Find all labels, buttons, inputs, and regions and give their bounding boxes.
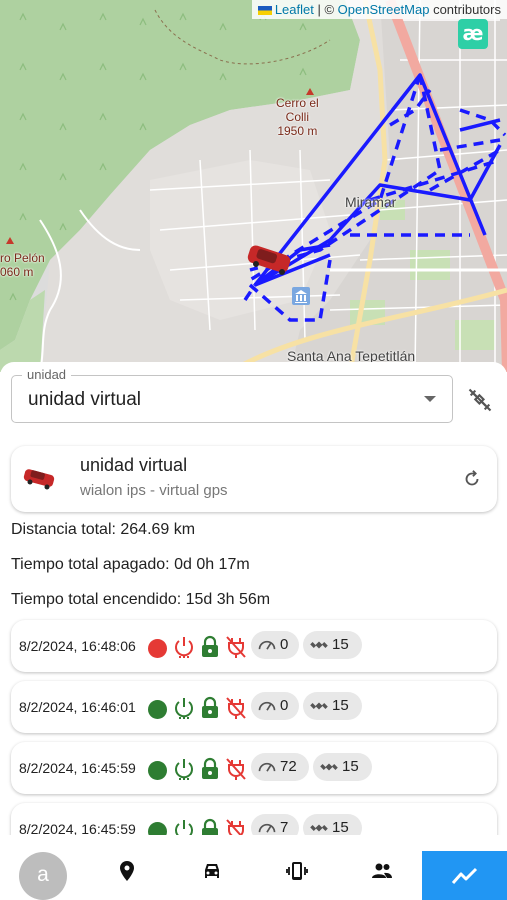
satellites-chip: 15 (303, 631, 362, 659)
satellite-off-icon[interactable] (466, 386, 494, 414)
speedometer-icon (258, 762, 276, 772)
status-red-dot (148, 639, 167, 658)
trending-icon (451, 867, 478, 884)
speedometer-icon (258, 823, 276, 833)
map-label-cerro: Cerro el Colli 1950 m (276, 96, 319, 138)
speed-chip: 72 (251, 753, 309, 781)
speed-value: 72 (280, 758, 297, 775)
refresh-icon[interactable] (461, 468, 483, 490)
power-plug-off-icon (226, 636, 246, 658)
event-row[interactable]: 8/2/2024, 16:45:59 72 15 (11, 742, 497, 794)
satellite-icon (310, 702, 328, 710)
osm-link[interactable]: OpenStreetMap (338, 2, 430, 17)
map-label-pelon: ro Pelón 060 m (0, 251, 45, 279)
nav-reports[interactable] (422, 851, 507, 900)
total-distance: Distancia total: 264.69 km (11, 521, 196, 538)
speedometer-icon (258, 701, 276, 711)
speed-chip: 0 (251, 631, 299, 659)
unit-name: unidad virtual (80, 455, 188, 475)
unit-subtitle: wialon ips - virtual gps (80, 482, 228, 499)
bottom-panel: unidad unidad virtual unidad virtual wia… (0, 362, 507, 840)
red-car-icon (23, 469, 55, 490)
chevron-down-icon (424, 396, 436, 402)
speed-chip: 0 (251, 692, 299, 720)
avatar[interactable]: a (19, 852, 67, 900)
leaflet-link[interactable]: Leaflet (275, 2, 314, 17)
lock-icon (202, 757, 218, 779)
speed-value: 0 (280, 636, 289, 653)
speedometer-icon (258, 640, 276, 650)
lock-icon (202, 696, 218, 718)
speed-chip: 7 (251, 814, 299, 835)
event-row[interactable]: 8/2/2024, 16:46:01 0 15 (11, 681, 497, 733)
map-attribution: Leaflet | © OpenStreetMap contributors (251, 0, 507, 19)
event-time: 8/2/2024, 16:45:59 (19, 760, 136, 776)
vibrating-phone-icon (286, 862, 308, 880)
status-green-dot (148, 822, 167, 835)
power-icon (175, 637, 193, 658)
ukraine-flag-icon (257, 6, 272, 15)
group-icon (372, 863, 392, 878)
speed-value: 0 (280, 697, 289, 714)
event-time: 8/2/2024, 16:45:59 (19, 821, 136, 835)
nav-users[interactable] (362, 851, 402, 891)
satellites-chip: 15 (303, 692, 362, 720)
power-plug-off-icon (226, 819, 244, 835)
unit-select-value: unidad virtual (28, 389, 142, 410)
event-row[interactable]: 8/2/2024, 16:45:59 7 15 (11, 803, 497, 835)
satellite-count: 15 (332, 819, 349, 835)
power-plug-off-icon (226, 758, 246, 780)
total-on-time: Tiempo total encendido: 15d 3h 56m (11, 591, 271, 608)
unit-select-label: unidad (22, 367, 72, 382)
lock-icon (202, 635, 218, 657)
nav-devices[interactable] (277, 851, 317, 891)
power-icon (175, 698, 193, 719)
power-icon (175, 759, 193, 780)
status-green-dot (148, 761, 167, 780)
event-time: 8/2/2024, 16:48:06 (19, 638, 136, 654)
ae-logo-icon[interactable]: æ (458, 19, 488, 49)
satellite-count: 15 (342, 758, 359, 775)
nav-units[interactable] (192, 851, 232, 891)
satellite-count: 15 (332, 697, 349, 714)
map-label-santa-ana: Santa Ana Tepetitlán (287, 348, 416, 364)
power-icon (175, 820, 193, 835)
satellite-icon (320, 763, 338, 771)
nav-map[interactable] (107, 851, 147, 891)
status-green-dot (148, 700, 167, 719)
map-view[interactable]: Leaflet | © OpenStreetMap contributors æ… (0, 0, 507, 372)
unit-card[interactable]: unidad virtual wialon ips - virtual gps (11, 446, 497, 512)
satellite-icon (310, 641, 328, 649)
event-row[interactable]: 8/2/2024, 16:48:06 0 15 (11, 620, 497, 672)
total-off-time: Tiempo total apagado: 0d 0h 17m (11, 556, 250, 573)
satellites-chip: 15 (313, 753, 372, 781)
satellite-count: 15 (332, 636, 349, 653)
satellite-icon (310, 824, 328, 832)
location-pin-icon (120, 861, 134, 881)
bottom-navigation: a (0, 841, 507, 900)
speed-value: 7 (280, 819, 289, 835)
car-icon (205, 864, 219, 878)
lock-icon (202, 818, 218, 835)
map-tiles (0, 0, 507, 372)
event-list[interactable]: 8/2/2024, 16:48:06 0 15 8/2/2024, 16:46:… (0, 617, 507, 835)
satellites-chip: 15 (303, 814, 362, 835)
event-time: 8/2/2024, 16:46:01 (19, 699, 136, 715)
map-label-miramar: Miramar (345, 194, 397, 210)
power-plug-off-icon (226, 697, 246, 719)
unit-select[interactable]: unidad unidad virtual (11, 367, 453, 423)
